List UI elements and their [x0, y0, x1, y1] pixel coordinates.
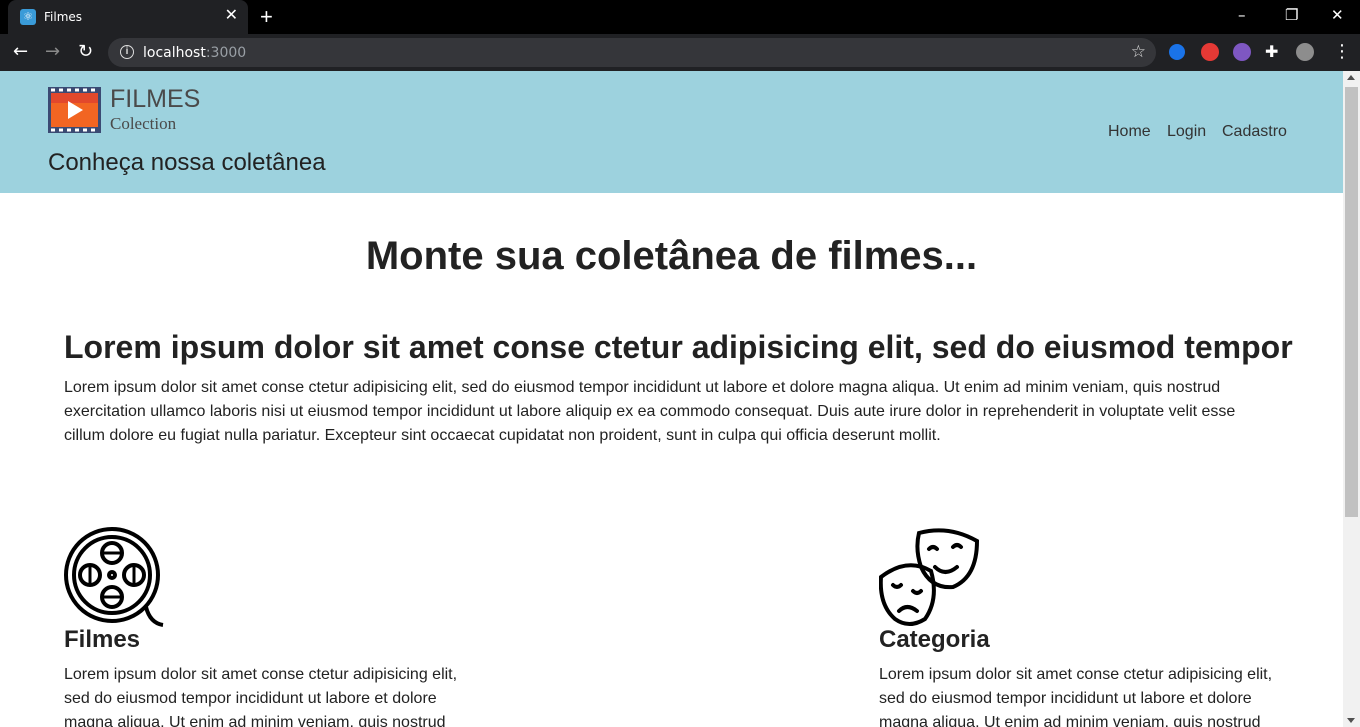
close-tab-icon[interactable]: ✕	[225, 7, 238, 25]
feature-title-filmes: Filmes	[64, 626, 141, 653]
tab-title: Filmes	[44, 10, 83, 24]
browser-menu-icon[interactable]: ⋮	[1333, 41, 1351, 63]
scroll-down-arrow-icon[interactable]	[1347, 718, 1355, 723]
logo-subtitle: Colection	[110, 114, 177, 133]
reload-icon[interactable]: ↻	[78, 41, 93, 63]
page-viewport: FILMES Colection Conheça nossa coletânea…	[0, 71, 1343, 727]
film-reel-icon	[64, 527, 164, 627]
lead-paragraph: Lorem ipsum dolor sit amet conse ctetur …	[64, 379, 1236, 444]
header-tagline: Conheça nossa coletânea	[48, 149, 326, 176]
back-icon[interactable]: ←	[13, 41, 28, 63]
theater-masks-icon	[879, 528, 979, 626]
profile-avatar[interactable]	[1296, 43, 1314, 61]
url-text: localhost:3000	[143, 45, 247, 61]
minimize-icon[interactable]: –	[1238, 6, 1246, 24]
scrollbar-thumb[interactable]	[1345, 87, 1358, 517]
logo-title: FILMES	[110, 85, 201, 113]
film-strip-logo-icon	[48, 87, 101, 133]
lead-title: Lorem ipsum dolor sit amet conse ctetur …	[64, 329, 1293, 365]
extensions-puzzle-icon[interactable]: ✚	[1265, 41, 1278, 63]
nav-cadastro-link[interactable]: Cadastro	[1222, 123, 1287, 141]
bookmark-star-icon[interactable]: ☆	[1131, 42, 1146, 62]
close-window-icon[interactable]: ✕	[1331, 6, 1344, 24]
browser-toolbar: ← → ↻ i localhost:3000 ☆ ✚ ⋮	[0, 34, 1360, 71]
nav-home-link[interactable]: Home	[1108, 123, 1151, 141]
extension-stop-icon[interactable]	[1201, 43, 1219, 61]
hero-title: Monte sua coletânea de filmes...	[365, 234, 978, 278]
page-scrollbar[interactable]	[1343, 71, 1360, 727]
browser-tab[interactable]: ⚛ Filmes ✕	[8, 0, 248, 34]
forward-icon[interactable]: →	[45, 41, 60, 63]
scroll-up-arrow-icon[interactable]	[1347, 75, 1355, 80]
address-bar[interactable]: i localhost:3000 ☆	[108, 38, 1156, 67]
feature-text-categoria: Lorem ipsum dolor sit amet conse ctetur …	[879, 666, 1273, 727]
site-header: FILMES Colection Conheça nossa coletânea…	[0, 71, 1343, 193]
site-info-icon[interactable]: i	[120, 45, 134, 59]
restore-icon[interactable]: ❐	[1285, 6, 1298, 24]
extension-wave-icon[interactable]	[1169, 44, 1185, 60]
new-tab-button[interactable]: +	[260, 5, 273, 29]
feature-text-filmes: Lorem ipsum dolor sit amet conse ctetur …	[64, 666, 458, 727]
extension-incognito-icon[interactable]	[1233, 43, 1251, 61]
react-favicon-icon: ⚛	[20, 9, 36, 25]
feature-title-categoria: Categoria	[879, 626, 990, 653]
browser-tab-strip: ⚛ Filmes ✕ + – ❐ ✕	[0, 0, 1360, 34]
nav-login-link[interactable]: Login	[1167, 123, 1206, 141]
